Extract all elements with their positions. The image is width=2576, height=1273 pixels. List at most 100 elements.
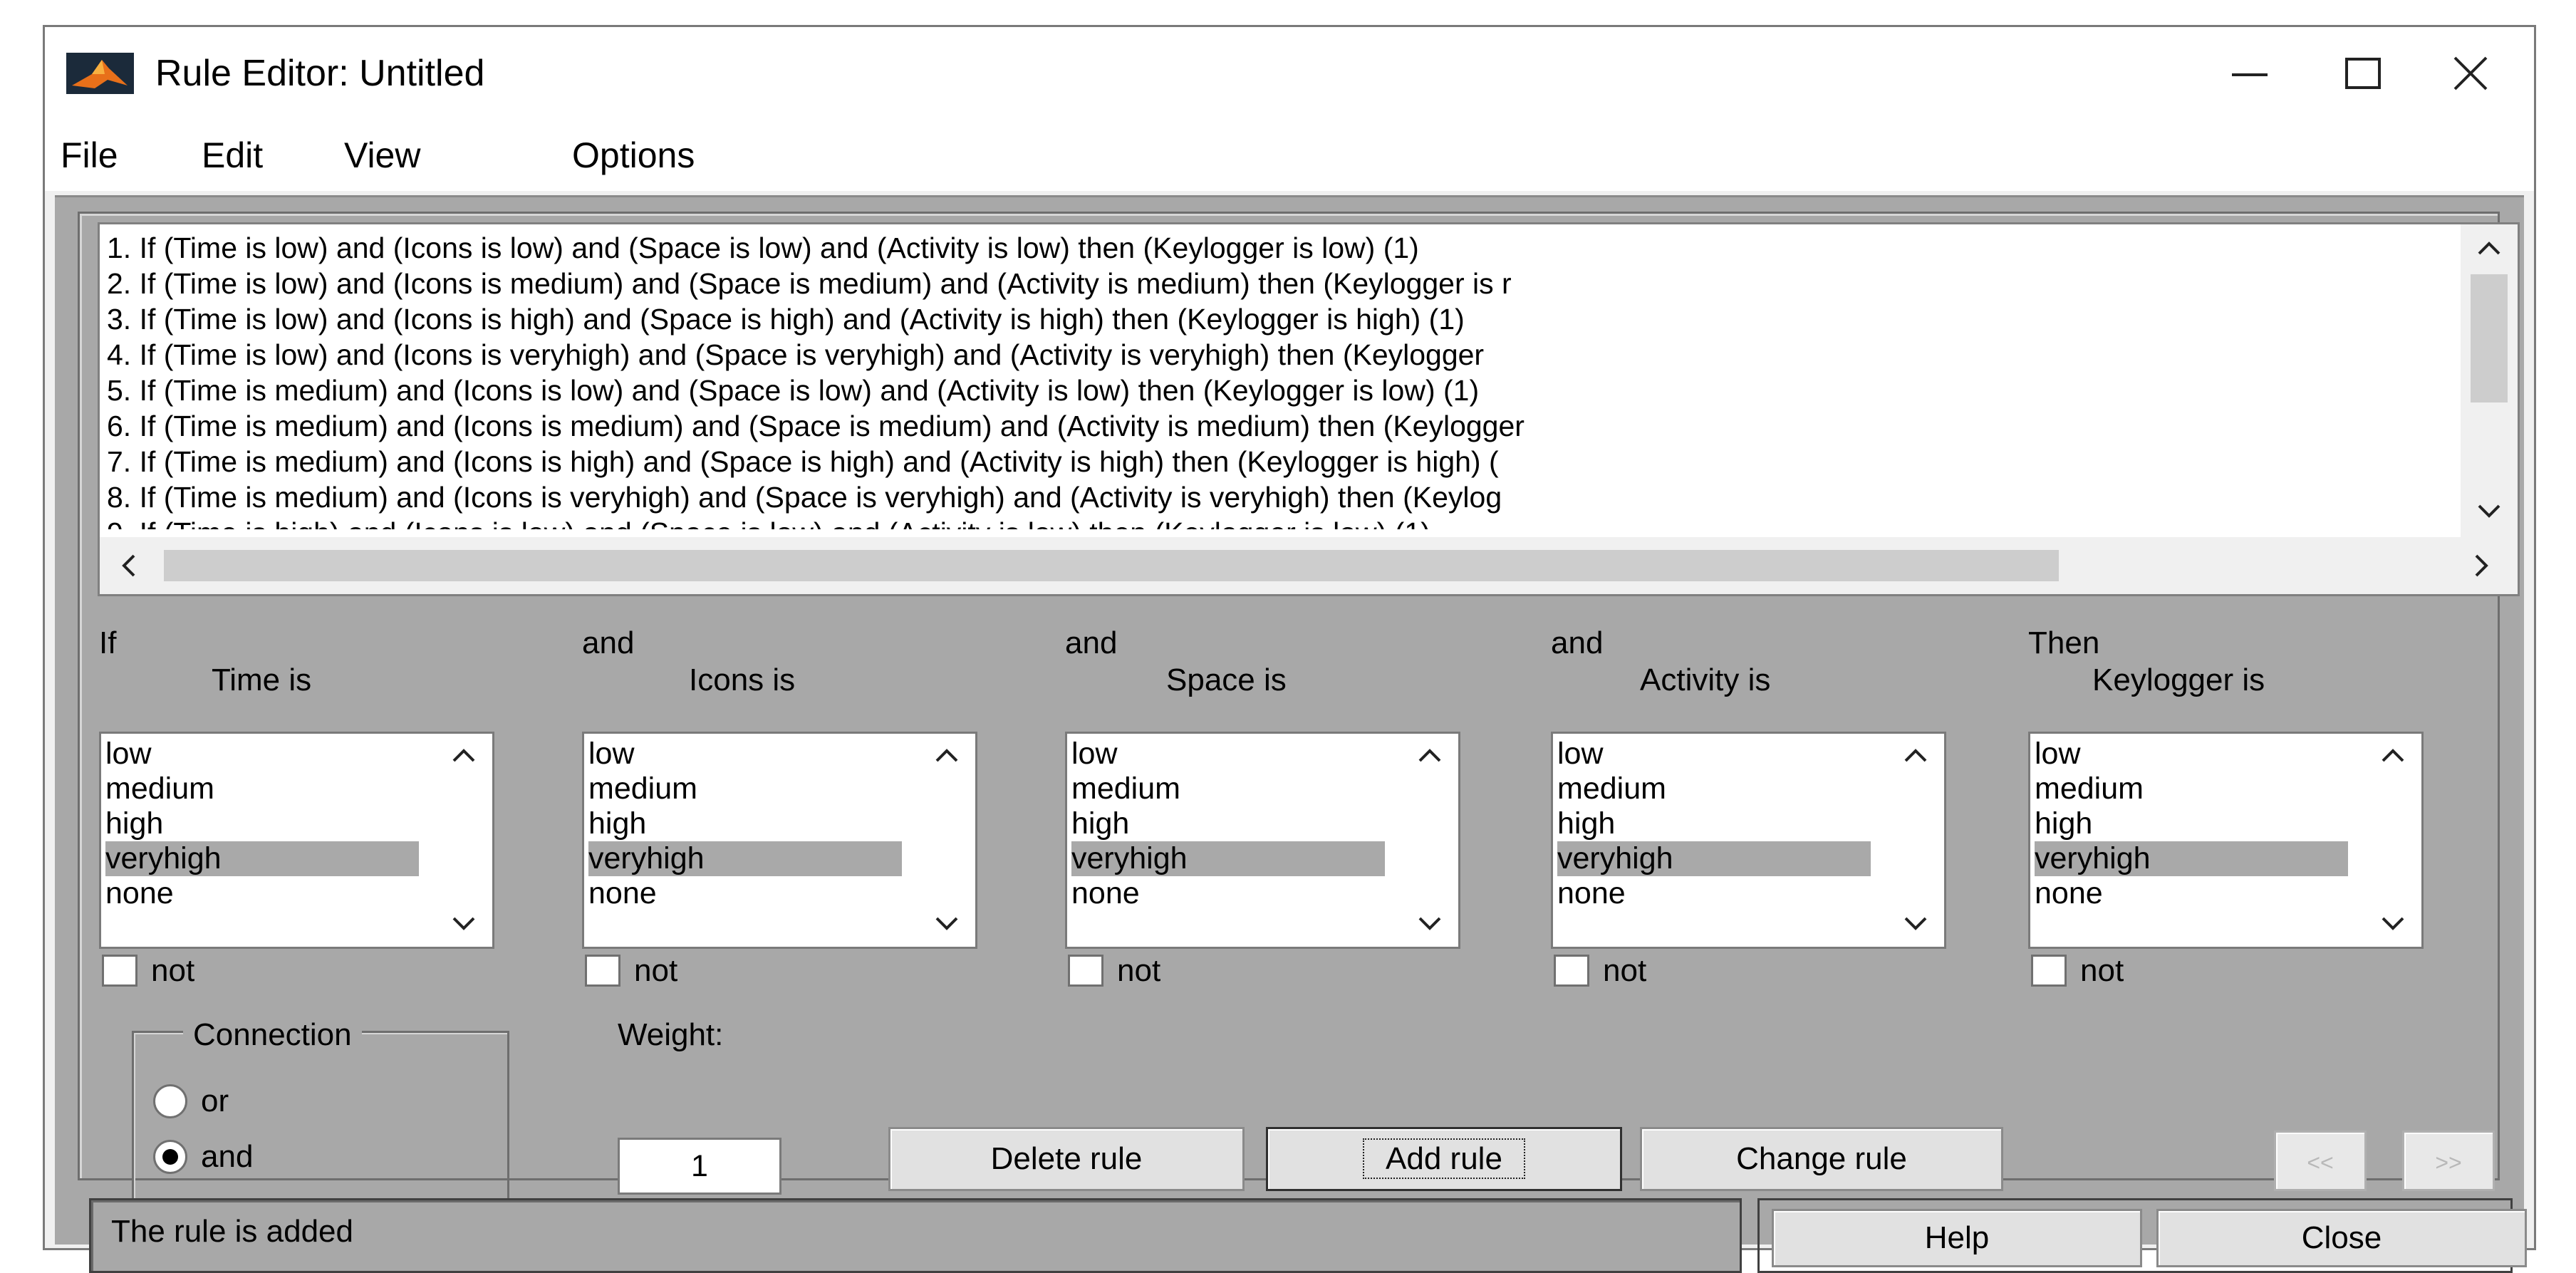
option-veryhigh[interactable]: veryhigh	[588, 841, 902, 876]
connection-title: Connection	[183, 1017, 362, 1054]
option-medium[interactable]: medium	[2035, 771, 2348, 806]
rule-item[interactable]: 2. If (Time is low) and (Icons is medium…	[107, 266, 2409, 301]
option-veryhigh[interactable]: veryhigh	[1071, 841, 1385, 876]
rules-list: 1. If (Time is low) and (Icons is low) a…	[107, 230, 2409, 529]
chevron-down-icon[interactable]	[1417, 915, 1443, 932]
menu-options[interactable]: Options	[572, 134, 695, 177]
menu-file[interactable]: File	[61, 134, 118, 177]
next-rules-button[interactable]: >>	[2402, 1131, 2495, 1191]
maximize-button[interactable]	[2310, 41, 2417, 105]
chevron-down-icon[interactable]	[1903, 915, 1928, 932]
not-label: not	[1117, 953, 1161, 988]
option-low[interactable]: low	[1557, 737, 1871, 771]
option-high[interactable]: high	[588, 806, 902, 841]
option-medium[interactable]: medium	[105, 771, 419, 806]
option-none[interactable]: none	[1071, 876, 1385, 911]
listbox-scrollbar[interactable]	[918, 734, 975, 947]
scroll-left-button[interactable]	[107, 544, 150, 587]
option-high[interactable]: high	[1071, 806, 1385, 841]
option-medium[interactable]: medium	[1557, 771, 1871, 806]
chevron-up-icon[interactable]	[2380, 747, 2406, 764]
scroll-right-button[interactable]	[2461, 544, 2503, 587]
activity-not-checkbox[interactable]	[1554, 955, 1589, 987]
option-veryhigh[interactable]: veryhigh	[1557, 841, 1871, 876]
help-button[interactable]: Help	[1772, 1209, 2142, 1267]
keylogger-not-checkbox[interactable]	[2031, 955, 2067, 987]
rules-listbox[interactable]: 1. If (Time is low) and (Icons is low) a…	[98, 222, 2520, 596]
time-membership-listbox[interactable]: low medium high veryhigh none	[99, 732, 494, 949]
chevron-up-icon[interactable]	[1417, 747, 1443, 764]
space-variable-label: Space is	[1166, 663, 1287, 697]
weight-input[interactable]: 1	[618, 1138, 781, 1195]
radio-selected-dot	[162, 1149, 178, 1165]
rule-item[interactable]: 8. If (Time is medium) and (Icons is ver…	[107, 479, 2409, 515]
rules-vertical-scroll-thumb[interactable]	[2471, 274, 2508, 402]
option-medium[interactable]: medium	[588, 771, 902, 806]
delete-rule-button[interactable]: Delete rule	[888, 1127, 1245, 1191]
chevron-up-icon[interactable]	[1903, 747, 1928, 764]
rule-item[interactable]: 3. If (Time is low) and (Icons is high) …	[107, 301, 2409, 337]
close-window-button[interactable]	[2417, 41, 2524, 105]
activity-membership-listbox[interactable]: low medium high veryhigh none	[1551, 732, 1946, 949]
scroll-up-button[interactable]	[2471, 228, 2508, 267]
change-rule-button[interactable]: Change rule	[1640, 1127, 2003, 1191]
rules-horizontal-scrollbar[interactable]	[100, 537, 2518, 594]
option-high[interactable]: high	[2035, 806, 2348, 841]
option-veryhigh[interactable]: veryhigh	[105, 841, 419, 876]
option-high[interactable]: high	[105, 806, 419, 841]
option-none[interactable]: none	[1557, 876, 1871, 911]
rule-item[interactable]: 7. If (Time is medium) and (Icons is hig…	[107, 444, 2409, 479]
chevron-down-icon[interactable]	[934, 915, 960, 932]
chevron-up-icon[interactable]	[451, 747, 477, 764]
keylogger-membership-listbox[interactable]: low medium high veryhigh none	[2028, 732, 2424, 949]
icons-variable-label: Icons is	[689, 663, 796, 697]
close-button[interactable]: Close	[2156, 1209, 2527, 1267]
option-none[interactable]: none	[105, 876, 419, 911]
or-radio[interactable]	[153, 1084, 187, 1118]
chevron-down-icon[interactable]	[451, 915, 477, 932]
matlab-logo-icon	[66, 53, 134, 94]
rule-item[interactable]: 6. If (Time is medium) and (Icons is med…	[107, 408, 2409, 444]
chevron-up-icon[interactable]	[934, 747, 960, 764]
option-low[interactable]: low	[1071, 737, 1385, 771]
status-bar: The rule is added	[89, 1198, 1742, 1273]
option-medium[interactable]: medium	[1071, 771, 1385, 806]
time-not-checkbox[interactable]	[102, 955, 137, 987]
not-label: not	[1603, 953, 1647, 988]
chevron-down-icon	[2478, 504, 2500, 518]
listbox-scrollbar[interactable]	[2364, 734, 2421, 947]
add-rule-button[interactable]: Add rule	[1266, 1127, 1622, 1191]
chevron-down-icon[interactable]	[2380, 915, 2406, 932]
rules-vertical-scrollbar[interactable]	[2461, 224, 2518, 538]
option-none[interactable]: none	[588, 876, 902, 911]
listbox-scrollbar[interactable]	[1887, 734, 1944, 947]
option-low[interactable]: low	[588, 737, 902, 771]
not-label: not	[634, 953, 678, 988]
option-high[interactable]: high	[1557, 806, 1871, 841]
menu-view[interactable]: View	[344, 134, 420, 177]
rule-item[interactable]: 5. If (Time is medium) and (Icons is low…	[107, 373, 2409, 408]
or-radio-label: or	[201, 1084, 229, 1118]
rule-item[interactable]: 9. If (Time is high) and (Icons is low) …	[107, 515, 2409, 529]
scroll-down-button[interactable]	[2471, 492, 2508, 531]
option-low[interactable]: low	[2035, 737, 2348, 771]
client-area: 1. If (Time is low) and (Icons is low) a…	[55, 195, 2527, 1273]
rule-item[interactable]: 4. If (Time is low) and (Icons is veryhi…	[107, 337, 2409, 373]
rule-item[interactable]: 1. If (Time is low) and (Icons is low) a…	[107, 230, 2409, 266]
listbox-scrollbar[interactable]	[435, 734, 492, 947]
icons-membership-listbox[interactable]: low medium high veryhigh none	[582, 732, 977, 949]
previous-rules-button[interactable]: <<	[2274, 1131, 2367, 1191]
weight-label: Weight:	[618, 1017, 724, 1052]
minimize-button[interactable]	[2196, 41, 2303, 105]
then-connector-label: Then	[2028, 625, 2100, 660]
option-low[interactable]: low	[105, 737, 419, 771]
listbox-scrollbar[interactable]	[1401, 734, 1458, 947]
icons-not-checkbox[interactable]	[585, 955, 620, 987]
and-radio[interactable]	[153, 1140, 187, 1174]
space-membership-listbox[interactable]: low medium high veryhigh none	[1065, 732, 1460, 949]
rules-horizontal-scroll-thumb[interactable]	[164, 550, 2059, 581]
option-none[interactable]: none	[2035, 876, 2348, 911]
menu-edit[interactable]: Edit	[202, 134, 263, 177]
option-veryhigh[interactable]: veryhigh	[2035, 841, 2348, 876]
space-not-checkbox[interactable]	[1068, 955, 1103, 987]
